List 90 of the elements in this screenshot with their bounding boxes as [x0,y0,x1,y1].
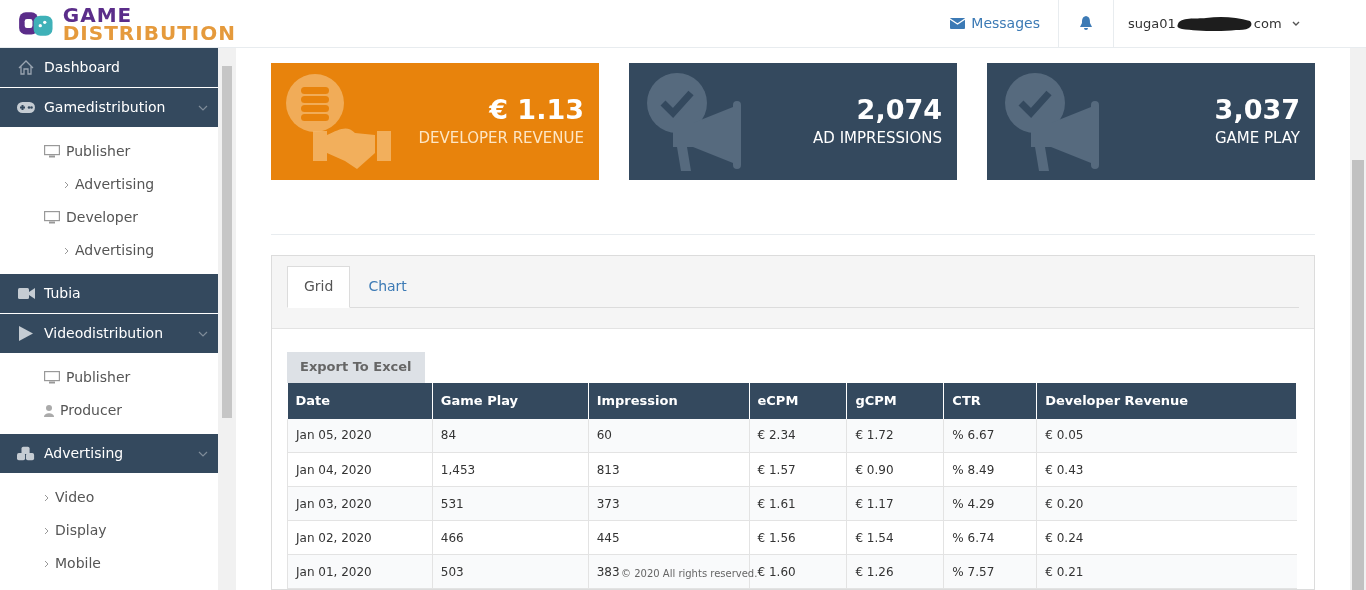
table-cell: Jan 01, 2020 [287,554,433,589]
sidebar-item[interactable]: Advertising [0,434,218,474]
table-cell: € 0.05 [1036,418,1297,453]
table-cell: % 7.57 [943,554,1037,589]
sidebar-subitem[interactable]: Advertising [0,168,218,201]
footer-text: © 2020 All rights reserved. [621,568,758,580]
table-cell: 84 [432,418,589,453]
table-cell: € 1.17 [846,486,944,521]
tab[interactable]: Chart [350,265,425,307]
caret-icon [198,450,208,457]
sidebar-scrollbar[interactable] [218,48,236,590]
table-cell: Jan 02, 2020 [287,520,433,555]
table-cell: € 1.57 [749,452,847,487]
stat-value: 2,074 [856,93,942,128]
stat-value: € 1.13 [489,93,584,128]
chevron-right-icon [64,180,69,189]
user-icon [44,404,54,417]
sidebar-subitem[interactable]: Publisher [0,135,218,168]
video-camera-icon [17,288,35,299]
column-header: eCPM [749,382,847,419]
caret-icon [198,104,208,111]
sidebar-item[interactable]: Tubia [0,274,218,314]
play-icon [19,326,33,341]
brand-subtitle: DISTRIBUTION [62,23,236,42]
envelope-icon [950,18,966,29]
table-cell: € 0.90 [846,452,944,487]
export-button[interactable]: Export To Excel [287,351,425,383]
table-cell: % 4.29 [943,486,1037,521]
stat-label: GAME PLAY [1214,128,1300,150]
table-cell: Jan 04, 2020 [287,452,433,487]
table-cell: € 1.61 [749,486,847,521]
chevron-right-icon [44,559,49,568]
table-cell: € 1.72 [846,418,944,453]
bell-icon [1079,16,1093,31]
monitor-icon [44,371,60,384]
sidebar-item[interactable]: Dashboard [0,48,218,88]
column-header: Game Play [432,382,589,419]
sidebar-item[interactable]: Videodistribution [0,314,218,354]
table-cell: € 1.26 [846,554,944,589]
home-icon [18,60,34,75]
stat-label: DEVELOPER REVENUE [418,128,584,150]
table-cell: Jan 03, 2020 [287,486,433,521]
column-header: Impression [588,382,749,419]
table-cell: 445 [588,520,749,555]
cubes-icon [17,445,35,462]
tab[interactable]: Grid [287,265,351,308]
sidebar-subitem[interactable]: Producer [0,394,218,427]
sidebar-subitem[interactable]: Display [0,514,218,547]
caret-icon [1291,21,1300,26]
table-cell: € 0.20 [1036,486,1297,521]
table-cell: € 1.54 [846,520,944,555]
chevron-right-icon [44,493,49,502]
gamepad-icon [17,102,35,113]
table-cell: € 1.56 [749,520,847,555]
column-header: Date [287,382,433,419]
page-scrollbar[interactable] [1350,48,1366,590]
table-cell: % 8.49 [943,452,1037,487]
stat-label: AD IMPRESSIONS [813,128,942,150]
table-cell: 60 [588,418,749,453]
sidebar-subitem[interactable]: Advertising [0,234,218,267]
sidebar-subitem[interactable]: Publisher [0,361,218,394]
stat-value: 3,037 [1214,93,1300,128]
messages-link[interactable]: Messages [932,0,1059,47]
user-menu[interactable]: suga01 com [1114,0,1350,47]
table-cell: € 2.34 [749,418,847,453]
sidebar-subitem[interactable]: Mobile [0,547,218,580]
sidebar-item[interactable]: Gamedistribution [0,88,218,128]
table-cell: 813 [588,452,749,487]
caret-icon [198,330,208,337]
chevron-right-icon [64,246,69,255]
table-cell: 1,453 [432,452,589,487]
table-cell: 373 [588,486,749,521]
column-header: Developer Revenue [1036,382,1297,419]
table-cell: € 0.21 [1036,554,1297,589]
table-cell: Jan 05, 2020 [287,418,433,453]
table-cell: 466 [432,520,589,555]
table-cell: 503 [432,554,589,589]
monitor-icon [44,211,60,224]
table-cell: 531 [432,486,589,521]
table-cell: % 6.67 [943,418,1037,453]
table-cell: € 0.43 [1036,452,1297,487]
chevron-right-icon [44,526,49,535]
brand-name: GAME [62,5,133,24]
column-header: gCPM [846,382,944,419]
table-cell: € 0.24 [1036,520,1297,555]
table-cell: % 6.74 [943,520,1037,555]
sidebar-subitem[interactable]: Developer [0,201,218,234]
sidebar-subitem[interactable]: Video [0,481,218,514]
monitor-icon [44,145,60,158]
column-header: CTR [943,382,1037,419]
